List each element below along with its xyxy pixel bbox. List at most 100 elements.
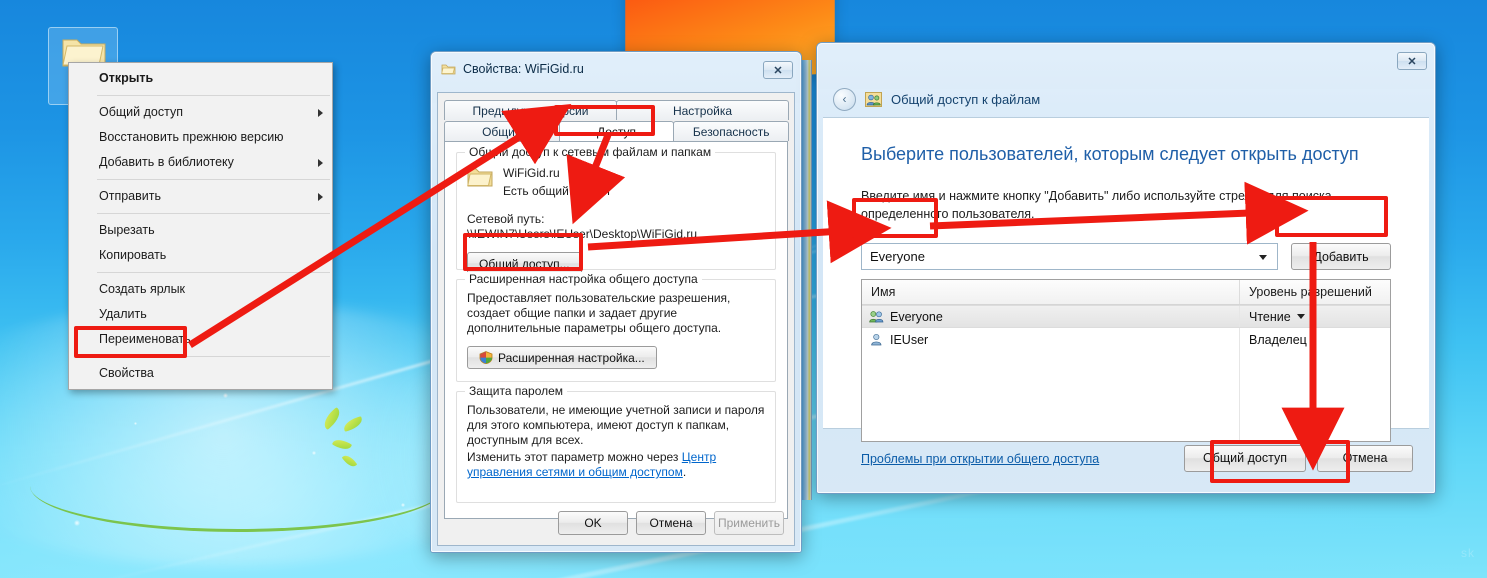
shared-folder-name: WiFiGid.ru <box>503 166 560 180</box>
context-menu-item-cut[interactable]: Вырезать <box>69 218 332 243</box>
empty-name-column <box>862 351 1240 441</box>
cancel-button-label: Отмена <box>649 516 693 530</box>
watermark: sk <box>1461 546 1475 560</box>
add-button[interactable]: Добавить <box>1291 243 1391 270</box>
shield-icon <box>479 351 493 364</box>
folder-icon <box>467 168 493 187</box>
tab-previous-versions[interactable]: Предыдущие версии <box>444 100 617 120</box>
menu-label: Свойства <box>99 366 154 380</box>
back-icon[interactable]: ‹ <box>833 87 856 111</box>
properties-titlebar[interactable]: Свойства: WiFiGid.ru ✕ <box>431 52 801 86</box>
menu-separator <box>97 95 330 96</box>
context-menu-item-delete[interactable]: Удалить <box>69 302 332 327</box>
wizard-footer: Общий доступ Отмена <box>823 429 1429 487</box>
wizard-title: Общий доступ к файлам <box>891 91 1041 107</box>
wizard-heading: Выберите пользователей, которым следует … <box>861 144 1359 164</box>
cancel-button[interactable]: Отмена <box>636 511 706 535</box>
permissions-row-ieuser[interactable]: IEUser Владелец <box>862 328 1390 351</box>
properties-title: Свойства: WiFiGid.ru <box>463 62 584 76</box>
permissions-list-header: Имя Уровень разрешений <box>862 280 1390 305</box>
apply-button[interactable]: Применить <box>714 511 784 535</box>
permissions-row-name: IEUser <box>890 332 929 347</box>
column-header-name: Имя <box>862 280 1240 304</box>
wizard-share-label: Общий доступ <box>1203 451 1287 465</box>
menu-separator <box>97 272 330 273</box>
desktop-screenshot: W Открыть Общий доступ Восстановить преж… <box>0 0 1487 578</box>
permissions-list[interactable]: Имя Уровень разрешений Everyone Чтение I… <box>861 279 1391 442</box>
context-menu-item-restore-previous[interactable]: Восстановить прежнюю версию <box>69 125 332 150</box>
tab-label: Общие <box>482 124 522 139</box>
wizard-instruction: Введите имя и нажмите кнопку "Добавить" … <box>861 189 1332 221</box>
password-protection-line2-suffix: . <box>682 465 687 479</box>
chevron-down-icon[interactable] <box>1296 314 1305 319</box>
back-glyph: ‹ <box>842 92 847 106</box>
ok-button[interactable]: OK <box>558 511 628 535</box>
context-menu-item-share[interactable]: Общий доступ <box>69 100 332 125</box>
apply-button-label: Применить <box>717 516 780 530</box>
tab-sharing[interactable]: Доступ <box>558 121 675 141</box>
advanced-sharing-group: Расширенная настройка общего доступа Пре… <box>456 272 776 382</box>
wizard-header: ‹ Общий доступ к файлам <box>823 81 1429 117</box>
user-input[interactable] <box>862 248 1277 265</box>
menu-label: Вырезать <box>99 223 155 237</box>
tab-security[interactable]: Безопасность <box>673 121 790 141</box>
context-menu-item-open[interactable]: Открыть <box>69 66 332 91</box>
menu-label: Копировать <box>99 248 167 262</box>
advanced-sharing-button-label: Расширенная настройка... <box>498 350 645 365</box>
tab-customize[interactable]: Настройка <box>616 100 789 120</box>
properties-body: Предыдущие версии Настройка Общие Доступ… <box>437 92 795 546</box>
properties-tabs-row-2: Общие Доступ Безопасность <box>444 121 790 141</box>
context-menu-item-copy[interactable]: Копировать <box>69 243 332 268</box>
menu-label: Добавить в библиотеку <box>99 155 234 169</box>
file-sharing-icon <box>865 91 882 107</box>
chevron-right-icon <box>318 109 323 117</box>
shared-folder-status: Есть общий доступ <box>503 184 610 198</box>
properties-button-row: OK Отмена Применить <box>558 511 784 535</box>
password-protection-line1: Пользователи, не имеющие учетной записи … <box>467 403 765 447</box>
menu-label: Восстановить прежнюю версию <box>99 130 284 144</box>
menu-separator <box>97 356 330 357</box>
share-button-label: Общий доступ... <box>479 256 570 271</box>
column-header-permission: Уровень разрешений <box>1249 285 1372 299</box>
close-icon[interactable]: ✕ <box>1397 52 1427 70</box>
ok-button-label: OK <box>584 516 602 530</box>
wizard-share-button[interactable]: Общий доступ <box>1184 444 1306 472</box>
user-combobox[interactable] <box>861 243 1278 270</box>
menu-label: Отправить <box>99 189 161 203</box>
wizard-cancel-label: Отмена <box>1342 451 1388 465</box>
context-menu-item-rename[interactable]: Переименовать <box>69 327 332 352</box>
network-path-label: Сетевой путь: <box>467 212 545 226</box>
chevron-right-icon <box>318 193 323 201</box>
group-title: Общий доступ к сетевым файлам и папкам <box>465 145 716 159</box>
permissions-list-empty-area <box>862 351 1390 441</box>
context-menu-item-send-to[interactable]: Отправить <box>69 184 332 209</box>
permissions-row-everyone[interactable]: Everyone Чтение <box>862 305 1390 328</box>
tab-label: Предыдущие версии <box>472 103 589 118</box>
tab-label: Настройка <box>672 103 733 118</box>
network-path-value: \\IEWIN7\Users\IEUser\Desktop\WiFiGid.ru <box>467 227 698 241</box>
folder-context-menu[interactable]: Открыть Общий доступ Восстановить прежню… <box>68 62 333 390</box>
password-protection-line2-prefix: Изменить этот параметр можно через <box>467 450 682 464</box>
chevron-right-icon <box>318 159 323 167</box>
tab-label: Доступ <box>596 124 637 139</box>
advanced-sharing-description: Предоставляет пользовательские разрешени… <box>467 291 731 335</box>
folder-icon <box>441 64 456 74</box>
context-menu-item-create-shortcut[interactable]: Создать ярлык <box>69 277 332 302</box>
wizard-titlebar[interactable]: ✕ <box>817 43 1435 77</box>
menu-separator <box>97 179 330 180</box>
advanced-sharing-button[interactable]: Расширенная настройка... <box>467 346 657 369</box>
wizard-body: Выберите пользователей, которым следует … <box>823 117 1429 466</box>
tab-general[interactable]: Общие <box>444 121 560 141</box>
context-menu-item-properties[interactable]: Свойства <box>69 361 332 386</box>
permissions-row-level: Чтение <box>1249 309 1291 324</box>
permissions-row-name: Everyone <box>890 309 943 324</box>
sharing-tab-panel: Общий доступ к сетевым файлам и папкам W… <box>444 141 788 519</box>
context-menu-item-add-to-library[interactable]: Добавить в библиотеку <box>69 150 332 175</box>
chevron-down-icon[interactable] <box>1259 255 1267 260</box>
close-glyph: ✕ <box>1407 55 1417 68</box>
wizard-cancel-button[interactable]: Отмена <box>1317 444 1413 472</box>
close-icon[interactable]: ✕ <box>763 61 793 79</box>
menu-label: Переименовать <box>99 332 191 346</box>
wallpaper-bokeh <box>133 421 137 425</box>
file-sharing-wizard: ✕ ‹ Общий доступ к файлам Выберите польз… <box>816 42 1436 494</box>
